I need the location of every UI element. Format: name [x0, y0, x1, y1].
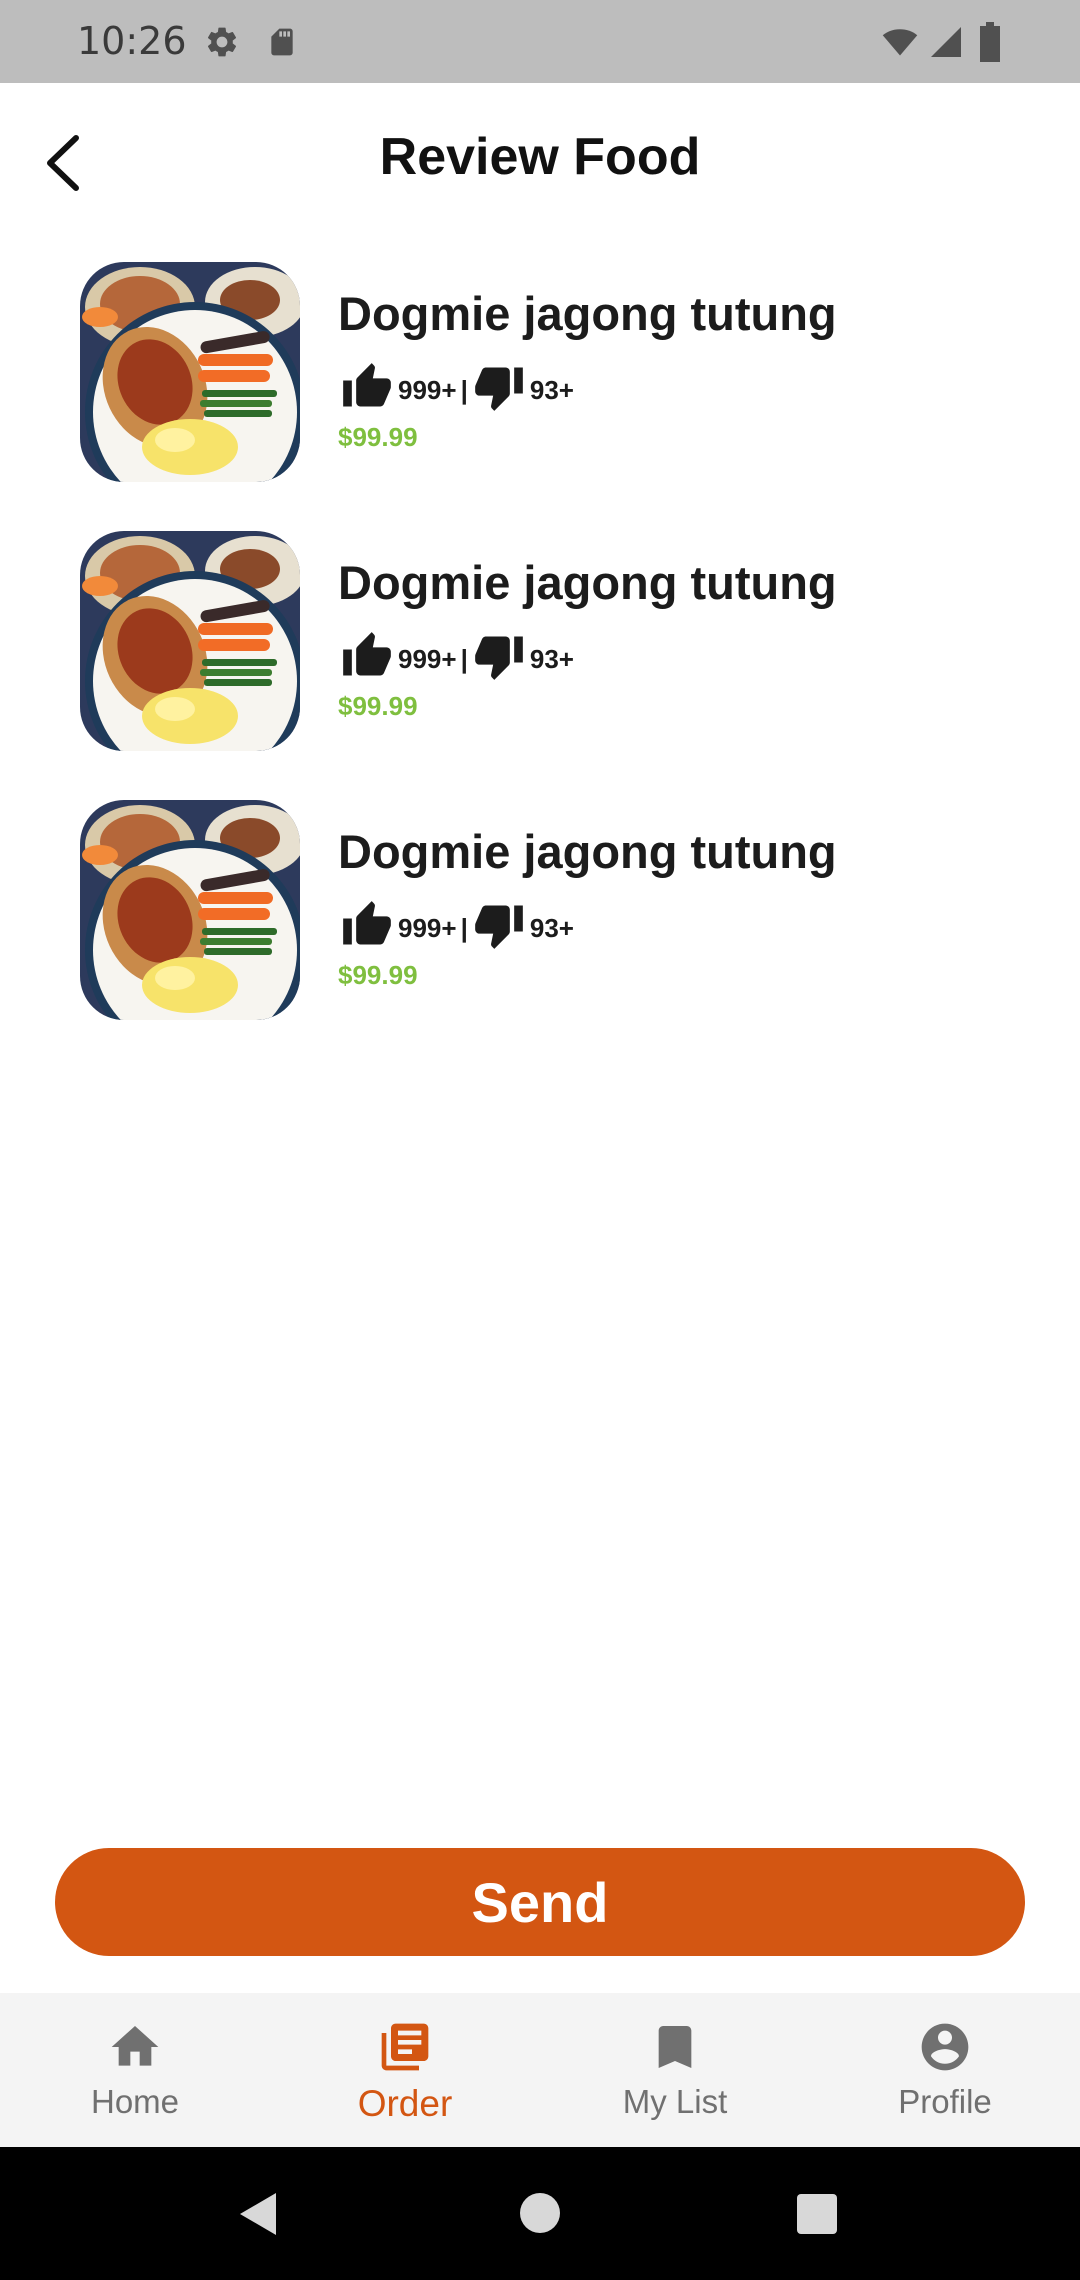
battery-icon [978, 22, 1002, 67]
status-time: 10:26 [77, 19, 187, 63]
nav-item-profile[interactable]: Profile [810, 1993, 1080, 2147]
likes-count: 999+ [398, 643, 457, 674]
food-image [80, 531, 300, 751]
home-icon [111, 2026, 159, 2066]
nav-label: My List [622, 2083, 728, 2120]
food-stats: 999+ | 93+ [338, 360, 576, 420]
food-name: Dogmie jagong tutung [338, 287, 837, 340]
order-list-icon [381, 2023, 429, 2071]
settings-icon [204, 24, 240, 65]
thumbs-up-icon[interactable] [338, 630, 396, 689]
send-button[interactable]: Send [55, 1848, 1025, 1956]
home-circle-icon[interactable] [518, 2191, 562, 2240]
thumbs-down-icon[interactable] [470, 361, 528, 420]
food-item[interactable]: Dogmie jagong tutung 999+ | 93+ $99.99 [0, 531, 1080, 800]
food-list: Dogmie jagong tutung 999+ | 93+ $99.99 D… [0, 262, 1080, 1069]
page-title: Review Food [379, 128, 701, 186]
thumbs-up-icon[interactable] [338, 899, 396, 958]
stats-separator: | [460, 912, 468, 943]
status-bar: 10:26 [0, 0, 1080, 83]
thumbs-down-icon[interactable] [470, 899, 528, 958]
nav-label: Order [357, 2083, 453, 2124]
food-name: Dogmie jagong tutung [338, 825, 837, 878]
cellular-signal-icon [928, 24, 964, 65]
nav-item-order[interactable]: Order [270, 1993, 540, 2147]
app-header: Review Food [0, 83, 1080, 243]
food-image [80, 262, 300, 482]
thumbs-down-icon[interactable] [470, 630, 528, 689]
dislikes-count: 93+ [529, 374, 574, 405]
dislikes-count: 93+ [529, 643, 574, 674]
stats-separator: | [460, 374, 468, 405]
bottom-nav: Home Order My List Profile [0, 1993, 1080, 2147]
food-item[interactable]: Dogmie jagong tutung 999+ | 93+ $99.99 [0, 800, 1080, 1069]
sd-card-icon [266, 24, 298, 65]
likes-count: 999+ [398, 374, 457, 405]
food-stats: 999+ | 93+ [338, 898, 576, 958]
system-nav-bar [0, 2147, 1080, 2280]
nav-item-my-list[interactable]: My List [540, 1993, 810, 2147]
food-price: $99.99 [338, 960, 418, 990]
food-price: $99.99 [338, 422, 418, 452]
likes-count: 999+ [398, 912, 457, 943]
food-item[interactable]: Dogmie jagong tutung 999+ | 93+ $99.99 [0, 262, 1080, 531]
account-circle-icon [921, 2023, 969, 2071]
food-price: $99.99 [338, 691, 418, 721]
nav-label: Profile [898, 2083, 992, 2120]
food-name: Dogmie jagong tutung [338, 556, 837, 609]
food-stats: 999+ | 93+ [338, 629, 576, 689]
bookmark-icon [658, 2026, 692, 2068]
nav-label: Home [90, 2083, 180, 2120]
recents-square-icon[interactable] [796, 2193, 838, 2240]
food-image [80, 800, 300, 1020]
stats-separator: | [460, 643, 468, 674]
dislikes-count: 93+ [529, 912, 574, 943]
thumbs-up-icon[interactable] [338, 361, 396, 420]
nav-item-home[interactable]: Home [0, 1993, 270, 2147]
back-triangle-icon[interactable] [236, 2191, 282, 2242]
wifi-icon [880, 24, 920, 65]
